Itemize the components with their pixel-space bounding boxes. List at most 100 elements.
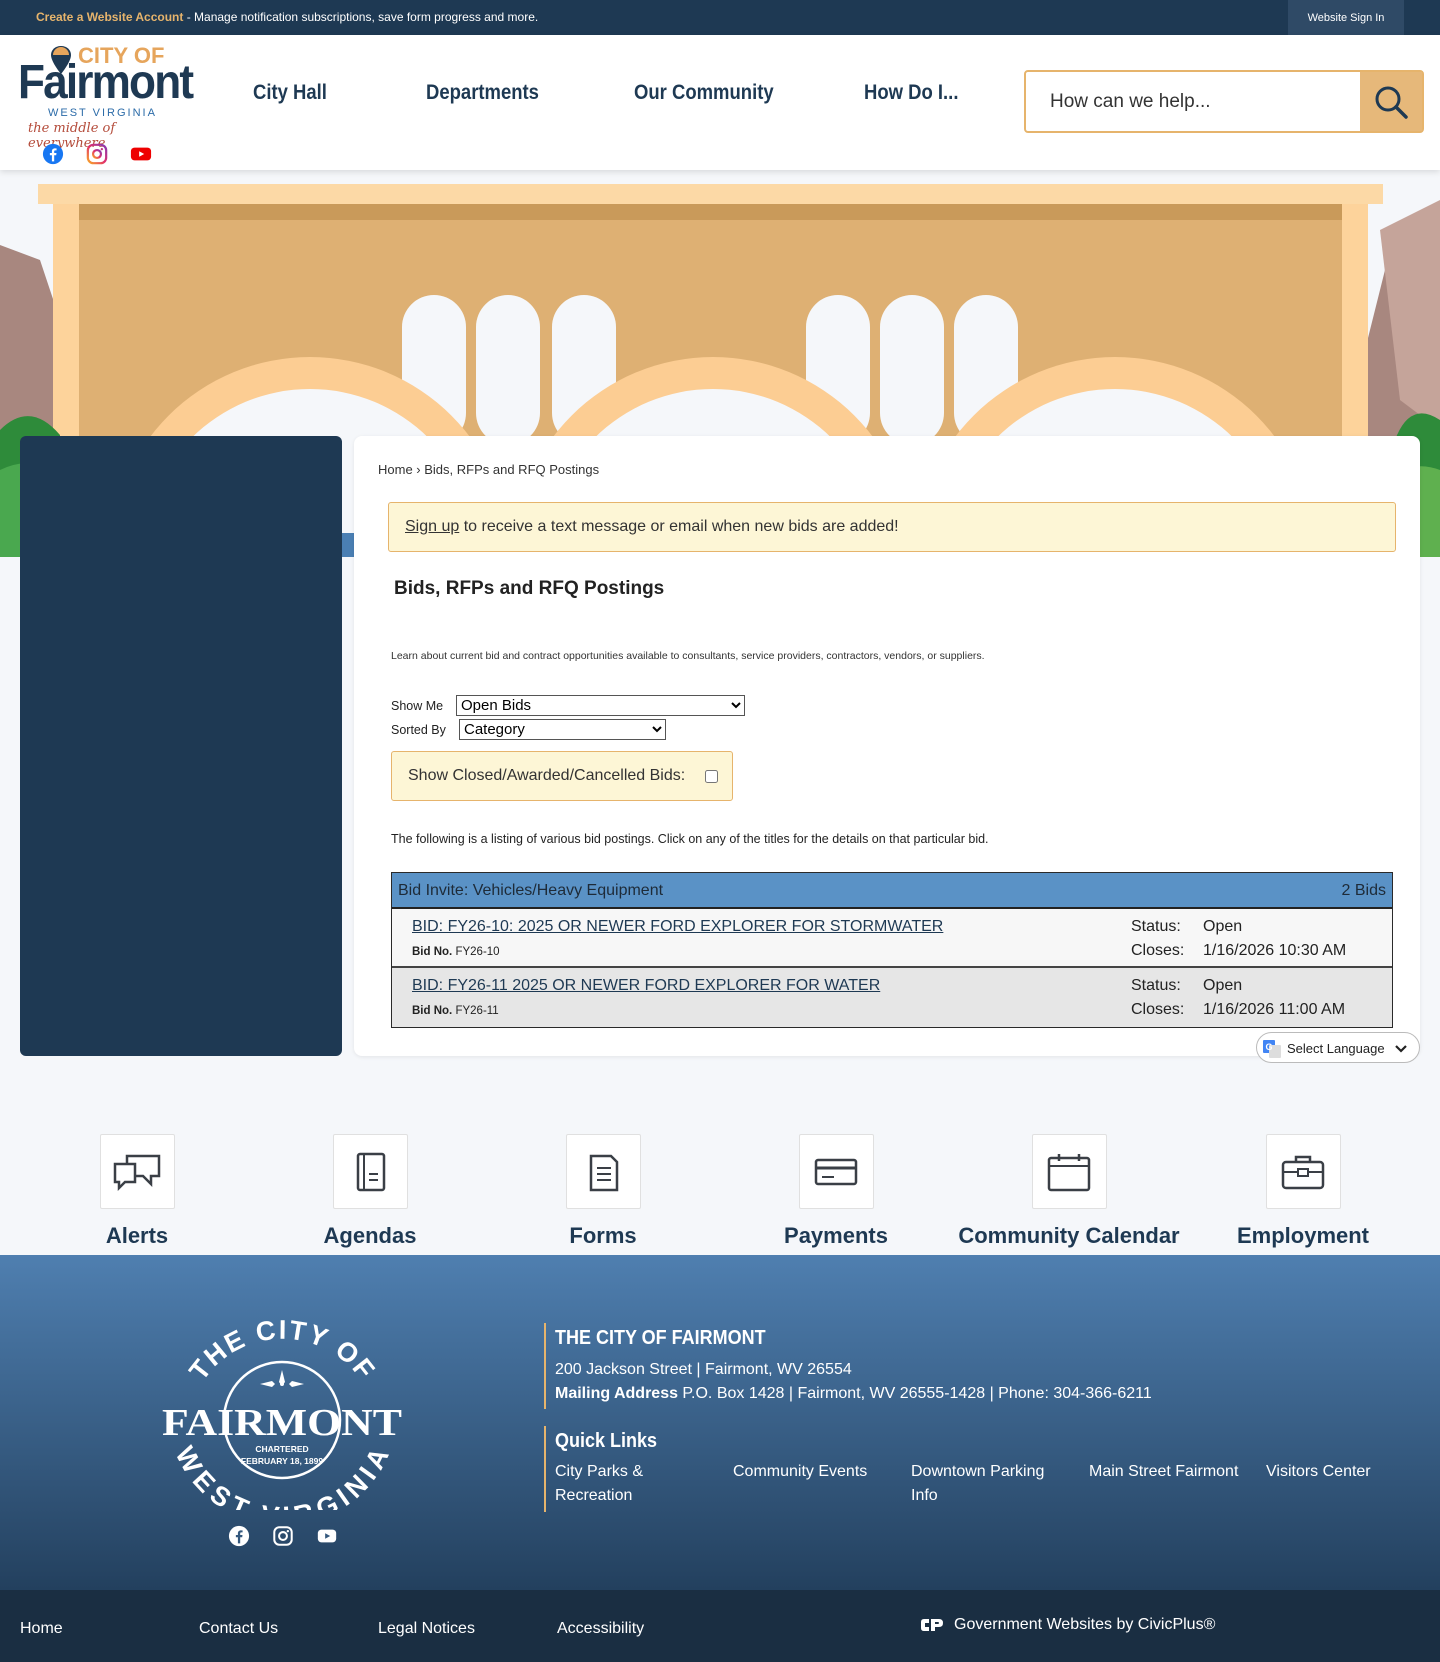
footer-org-title: THE CITY OF FAIRMONT — [555, 1327, 766, 1349]
credit-card-icon — [814, 1158, 858, 1185]
breadcrumb: Home › Bids, RFPs and RFQ Postings — [378, 462, 599, 477]
footer-link-downtown-parking[interactable]: Downtown Parking Info — [911, 1460, 1071, 1508]
footer-instagram-icon[interactable] — [272, 1525, 294, 1547]
google-translate-icon: G — [1263, 1040, 1281, 1058]
quick-link-label: Employment — [1236, 1223, 1370, 1248]
facebook-icon[interactable] — [42, 143, 64, 165]
civicplus-icon — [921, 1619, 943, 1631]
seal-date: FEBRUARY 18, 1899 — [241, 1456, 323, 1466]
bottom-link-home[interactable]: Home — [20, 1620, 63, 1638]
quick-link-label: Community Calendar — [958, 1223, 1180, 1248]
instagram-icon[interactable] — [86, 143, 108, 165]
bottom-link-accessibility[interactable]: Accessibility — [557, 1620, 644, 1638]
sidebar-panel — [20, 436, 342, 1056]
agendas-icon-box — [332, 1134, 408, 1209]
quick-links-title: Quick Links — [555, 1430, 658, 1452]
site-search — [1024, 70, 1424, 133]
signup-notice: Sign up to receive a text message or ema… — [388, 502, 1396, 552]
bid-category-name: Bid Invite: Vehicles/Heavy Equipment — [398, 882, 664, 899]
seal-fairmont: FAIRMONT — [162, 1402, 402, 1444]
signup-notice-text: to receive a text message or email when … — [459, 518, 899, 535]
sign-up-link[interactable]: Sign up — [405, 518, 459, 535]
show-me-select[interactable]: Open Bids — [456, 695, 745, 716]
quick-link-forms[interactable]: Forms — [483, 1134, 723, 1249]
quick-link-employment[interactable]: Employment — [1183, 1134, 1423, 1249]
select-language-label: Select Language — [1287, 1041, 1385, 1056]
search-button[interactable] — [1360, 72, 1422, 131]
sorted-by-label: Sorted By — [391, 723, 446, 737]
bid-number-label: Bid No. — [412, 946, 453, 958]
bid-title-link[interactable]: BID: FY26-11 2025 OR NEWER FORD EXPLORER… — [412, 977, 880, 995]
search-input[interactable] — [1026, 72, 1360, 131]
bottom-link-contact-us[interactable]: Contact Us — [199, 1620, 278, 1638]
bid-number-label: Bid No. — [412, 1005, 453, 1017]
footer-facebook-icon[interactable] — [228, 1525, 250, 1547]
civicplus-credit[interactable]: Government Websites by CivicPlus® — [920, 1616, 1215, 1634]
search-icon — [1375, 86, 1408, 119]
bid-row: BID: FY26-10: 2025 OR NEWER FORD EXPLORE… — [392, 909, 1392, 968]
alerts-icon-box — [99, 1134, 175, 1209]
city-seal-logo: THE CITY OF WEST VIRGINIA FAIRMONT CHART… — [162, 1320, 402, 1510]
page-intro: Learn about current bid and contract opp… — [391, 650, 985, 662]
page-title: Bids, RFPs and RFQ Postings — [394, 578, 665, 599]
breadcrumb-home[interactable]: Home — [378, 462, 413, 477]
sidebar-accent — [342, 533, 354, 557]
bid-category-header: Bid Invite: Vehicles/Heavy Equipment 2 B… — [392, 873, 1392, 909]
nav-departments[interactable]: Departments — [426, 81, 539, 105]
footer-link-city-parks[interactable]: City Parks & Recreation — [555, 1460, 715, 1508]
listing-description: The following is a listing of various bi… — [391, 832, 989, 846]
create-account-link[interactable]: Create a Website Account — [36, 10, 183, 24]
bid-number-value: FY26-10 — [455, 946, 500, 958]
forms-icon-box — [565, 1134, 641, 1209]
city-logo[interactable]: CITY OF Fairmont WEST VIRGINIA the middl… — [18, 41, 194, 151]
quick-link-agendas[interactable]: Agendas — [250, 1134, 490, 1249]
quick-link-payments[interactable]: Payments — [716, 1134, 956, 1249]
youtube-icon[interactable] — [130, 143, 152, 165]
payments-icon-box — [798, 1134, 874, 1209]
bid-closes-label: Closes: — [1131, 942, 1185, 959]
footer-youtube-icon[interactable] — [316, 1525, 338, 1547]
top-bar: Create a Website Account - Manage notifi… — [0, 0, 1440, 35]
bid-status-label: Status: — [1131, 977, 1181, 994]
show-closed-checkbox[interactable] — [705, 770, 718, 783]
bid-closes-value: 1/16/2026 11:00 AM — [1203, 1001, 1346, 1018]
breadcrumb-separator: › — [412, 462, 425, 477]
quick-link-label: Forms — [569, 1223, 637, 1248]
bid-number: Bid No. FY26-10 — [412, 946, 500, 958]
quick-link-label: Alerts — [105, 1223, 169, 1248]
bid-closes-label: Closes: — [1131, 1001, 1185, 1018]
website-sign-in-button[interactable]: Website Sign In — [1288, 0, 1404, 35]
footer-mailing-label: Mailing Address — [555, 1385, 678, 1402]
calendar-icon — [1047, 1153, 1091, 1191]
bottom-link-legal-notices[interactable]: Legal Notices — [378, 1620, 475, 1638]
civicplus-text: Government Websites by CivicPlus® — [954, 1616, 1216, 1633]
bid-title-link[interactable]: BID: FY26-10: 2025 OR NEWER FORD EXPLORE… — [412, 918, 943, 936]
nav-city-hall[interactable]: City Hall — [253, 81, 327, 105]
briefcase-icon — [1281, 1155, 1325, 1189]
footer-divider — [544, 1426, 546, 1512]
sorted-by-select[interactable]: Category — [459, 719, 666, 740]
nav-our-community[interactable]: Our Community — [634, 81, 774, 105]
bid-number: Bid No. FY26-11 — [412, 1005, 499, 1017]
seal-chartered: CHARTERED — [255, 1444, 308, 1454]
document-icon — [589, 1154, 619, 1191]
show-closed-toggle: Show Closed/Awarded/Cancelled Bids: — [391, 751, 733, 801]
quick-link-alerts[interactable]: Alerts — [17, 1134, 257, 1249]
logo-state: WEST VIRGINIA — [48, 107, 157, 119]
bid-row: BID: FY26-11 2025 OR NEWER FORD EXPLORER… — [392, 968, 1392, 1027]
select-language-dropdown[interactable]: G Select Language — [1256, 1032, 1420, 1063]
footer-link-community-events[interactable]: Community Events — [733, 1460, 893, 1484]
quick-link-community-calendar[interactable]: Community Calendar — [949, 1134, 1189, 1249]
show-closed-label: Show Closed/Awarded/Cancelled Bids: — [408, 767, 686, 784]
nav-how-do-i[interactable]: How Do I... — [864, 81, 958, 105]
footer-mailing: Mailing Address P.O. Box 1428 | Fairmont… — [555, 1385, 1152, 1403]
account-message-text: - Manage notification subscriptions, sav… — [183, 10, 539, 24]
bid-closes-value: 1/16/2026 10:30 AM — [1203, 942, 1347, 959]
bid-status-label: Status: — [1131, 918, 1181, 935]
chat-bubbles-icon — [113, 1154, 161, 1191]
footer-link-main-street[interactable]: Main Street Fairmont — [1089, 1460, 1249, 1484]
quick-link-label: Payments — [784, 1223, 888, 1248]
footer-link-visitors-center[interactable]: Visitors Center — [1266, 1460, 1426, 1484]
breadcrumb-current[interactable]: Bids, RFPs and RFQ Postings — [424, 462, 599, 477]
calendar-icon-box — [1031, 1134, 1107, 1209]
